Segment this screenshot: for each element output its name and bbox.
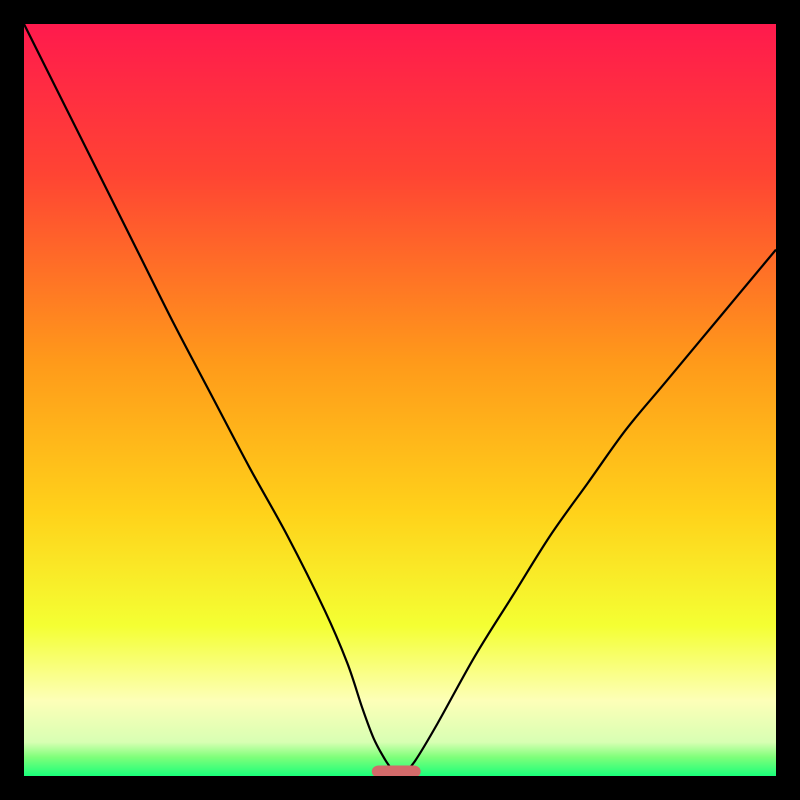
chart-frame: TheBottleneck.com [24, 24, 776, 776]
bottleneck-chart [24, 24, 776, 776]
optimal-range-marker [372, 765, 421, 776]
chart-background [24, 24, 776, 776]
